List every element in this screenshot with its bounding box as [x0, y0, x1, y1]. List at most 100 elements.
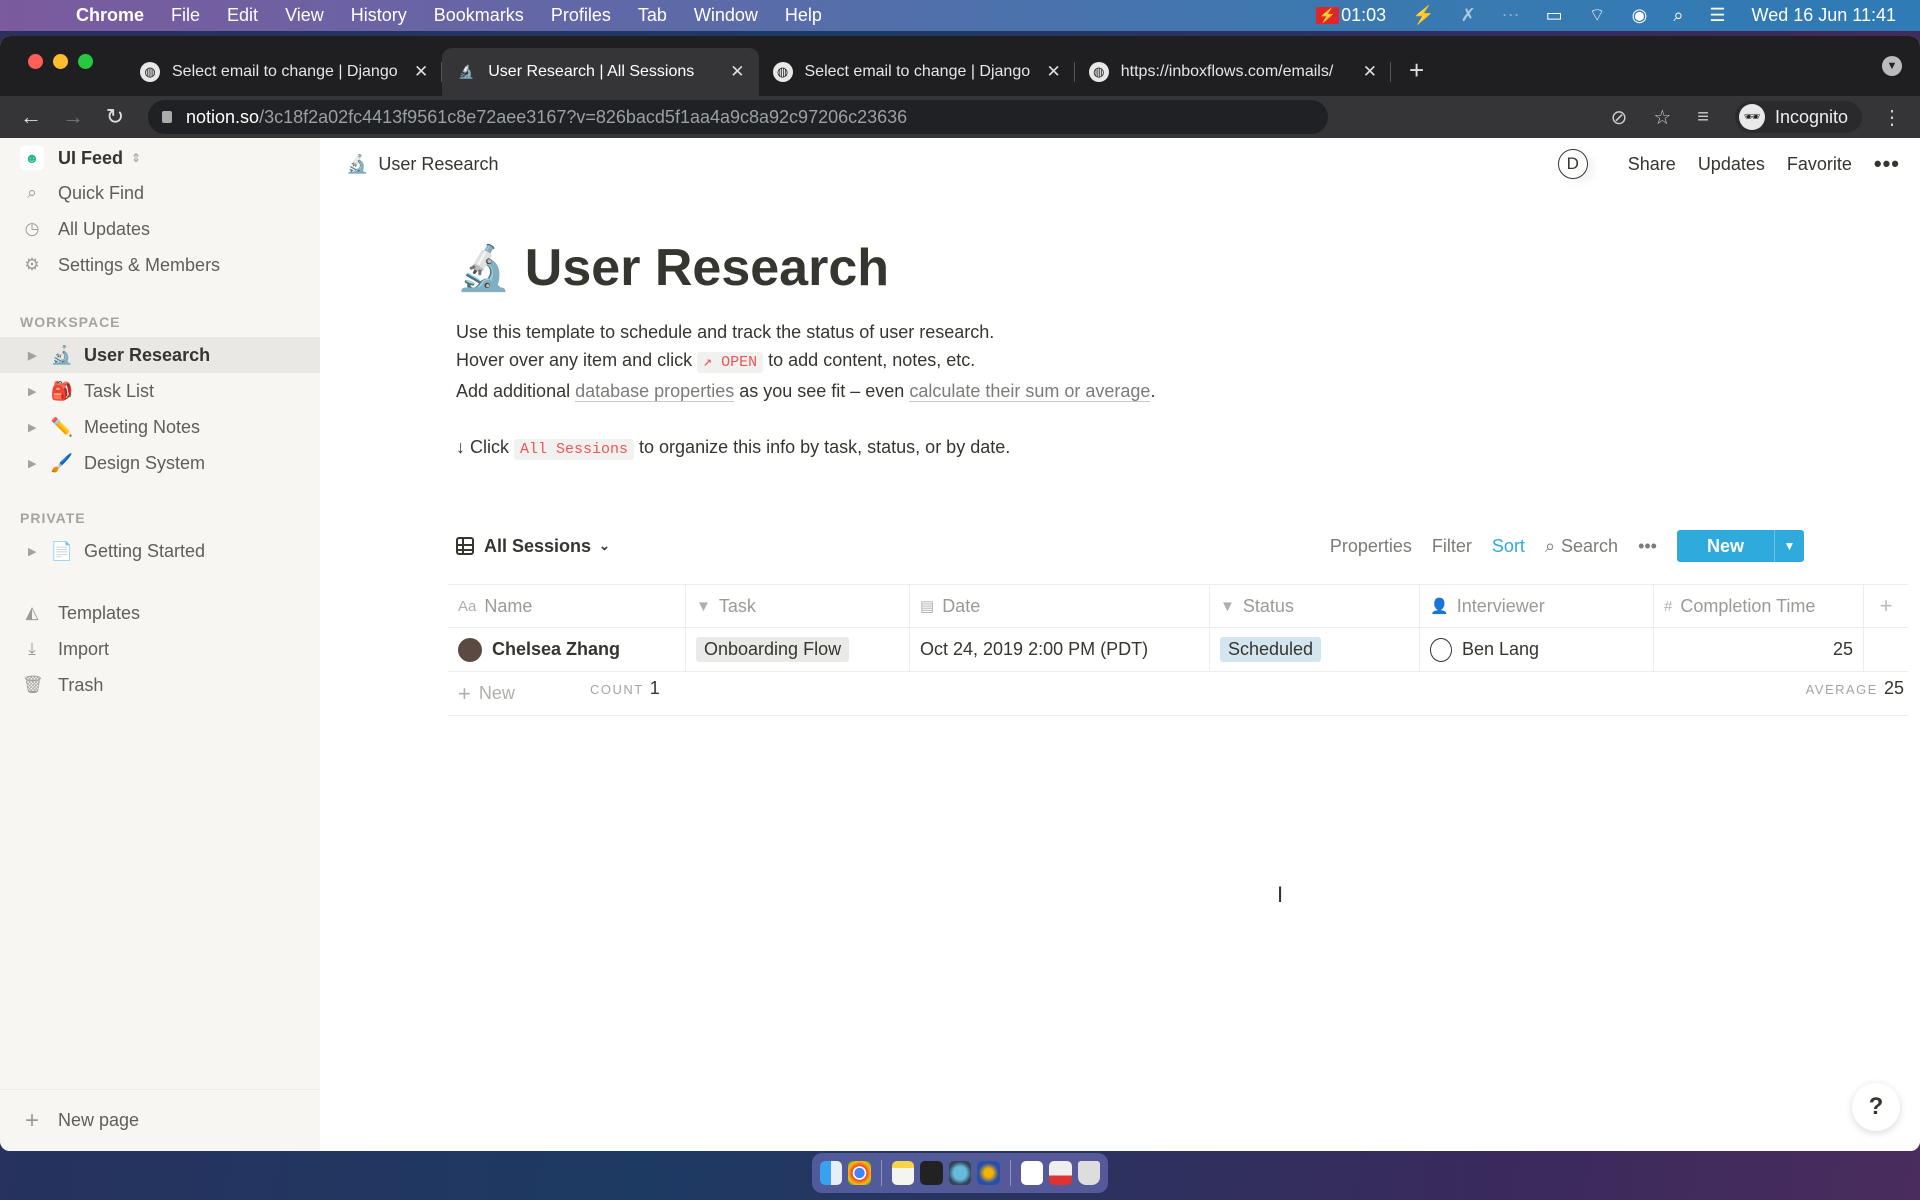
sidebar-item-templates[interactable]: ◭ Templates [0, 595, 320, 631]
screen-recording-indicator[interactable]: ⚡ 01:03 [1315, 5, 1386, 26]
minimize-window-button[interactable] [53, 54, 68, 69]
terminal-icon[interactable] [920, 1161, 943, 1185]
wifi-icon[interactable]: ⌔ [1589, 4, 1606, 27]
menu-help[interactable]: Help [785, 5, 822, 26]
count-calculation[interactable]: COUNT 1 [590, 678, 660, 699]
menu-profiles[interactable]: Profiles [551, 5, 611, 26]
sort-button[interactable]: Sort [1492, 536, 1525, 557]
menu-edit[interactable]: Edit [227, 5, 258, 26]
finder-icon[interactable] [820, 1161, 843, 1185]
cell-interviewer[interactable]: Ben Lang [1420, 628, 1654, 671]
calculate-link[interactable]: calculate their sum or average [909, 381, 1151, 402]
cell-name[interactable]: Chelsea Zhang [448, 628, 686, 671]
updates-button[interactable]: Updates [1698, 154, 1765, 175]
workspace-switcher[interactable]: ☻ UI Feed ⇕ [0, 141, 320, 175]
sidebar-item-import[interactable]: ⤓ Import [0, 631, 320, 667]
tab-search-icon[interactable]: ▼ [1882, 56, 1902, 76]
tracking-protection-icon[interactable]: ⊘ [1611, 105, 1628, 130]
menu-bookmarks[interactable]: Bookmarks [434, 5, 524, 26]
table-row[interactable]: Chelsea Zhang Onboarding Flow Oct 24, 20… [448, 628, 1908, 672]
properties-button[interactable]: Properties [1330, 536, 1412, 557]
sidebar-page-design-system[interactable]: ▶ 🖌️ Design System [0, 445, 320, 481]
expand-triangle-icon[interactable]: ▶ [28, 349, 40, 362]
close-tab-icon[interactable]: ✕ [1363, 62, 1377, 82]
close-tab-icon[interactable]: ✕ [730, 62, 744, 82]
media-control-icon[interactable]: ≡ [1697, 106, 1709, 129]
new-record-button[interactable]: New ▼ [1676, 530, 1804, 562]
sidebar-item-all-updates[interactable]: ◷ All Updates [0, 211, 320, 247]
control-center-icon[interactable]: ☰ [1709, 5, 1725, 26]
filter-button[interactable]: Filter [1432, 536, 1472, 557]
menu-history[interactable]: History [351, 5, 407, 26]
column-header-interviewer[interactable]: 👤 Interviewer [1420, 585, 1654, 627]
database-properties-link[interactable]: database properties [575, 381, 735, 402]
maximize-window-button[interactable] [78, 54, 93, 69]
back-button[interactable]: ← [20, 104, 42, 130]
reeder-icon[interactable] [977, 1161, 1000, 1185]
microscope-icon[interactable]: 🔬 [456, 242, 511, 294]
share-button[interactable]: Share [1628, 154, 1676, 175]
add-column-button[interactable]: + [1864, 585, 1908, 627]
browser-tab-active[interactable]: 🔬 User Research | All Sessions ✕ [442, 48, 759, 96]
clock-datetime[interactable]: Wed 16 Jun 11:41 [1752, 5, 1896, 26]
user-icon[interactable]: ◉ [1632, 5, 1648, 26]
screenshot-document-icon[interactable] [1049, 1161, 1072, 1185]
cell-status[interactable]: Scheduled [1210, 628, 1420, 671]
cell-date[interactable]: Oct 24, 2019 2:00 PM (PDT) [910, 628, 1210, 671]
view-selector[interactable]: All Sessions ⌄ [456, 536, 610, 557]
more-options-icon[interactable]: ••• [1874, 151, 1900, 177]
help-button[interactable]: ? [1852, 1083, 1900, 1131]
lock-icon[interactable] [162, 111, 172, 123]
browser-tab[interactable]: ◍ Select email to change | Django ✕ [759, 48, 1076, 96]
trash-icon[interactable] [1077, 1161, 1100, 1185]
sidebar-page-task-list[interactable]: ▶ 🎒 Task List [0, 373, 320, 409]
sidebar-page-user-research[interactable]: ▶ 🔬 User Research [0, 337, 320, 373]
cell-task[interactable]: Onboarding Flow [686, 628, 910, 671]
close-tab-icon[interactable]: ✕ [1047, 62, 1061, 82]
close-tab-icon[interactable]: ✕ [414, 62, 428, 82]
chrome-menu-icon[interactable]: ⋮ [1882, 105, 1902, 130]
page-title[interactable]: 🔬 User Research [456, 238, 889, 298]
menu-window[interactable]: Window [694, 5, 758, 26]
bluetooth-icon[interactable]: ✗ [1461, 5, 1476, 26]
new-tab-button[interactable]: + [1409, 55, 1424, 86]
sidebar-item-trash[interactable]: 🗑 Trash [0, 667, 320, 703]
cell-completion-time[interactable]: 25 [1654, 628, 1864, 671]
expand-triangle-icon[interactable]: ▶ [28, 385, 40, 398]
expand-triangle-icon[interactable]: ▶ [28, 457, 40, 470]
column-header-status[interactable]: ▼ Status [1210, 585, 1420, 627]
browser-tab[interactable]: ◍ https://inboxflows.com/emails/ ✕ [1075, 48, 1392, 96]
expand-triangle-icon[interactable]: ▶ [28, 421, 40, 434]
average-calculation[interactable]: AVERAGE 25 [1806, 678, 1904, 699]
expand-triangle-icon[interactable]: ▶ [28, 545, 40, 558]
github-document-icon[interactable] [1020, 1161, 1044, 1185]
browser-tab[interactable]: ◍ Select email to change | Django ✕ [126, 48, 443, 96]
quicktime-icon[interactable] [948, 1161, 972, 1185]
chrome-icon[interactable] [848, 1161, 871, 1185]
user-avatar[interactable]: D [1557, 149, 1588, 179]
menu-view[interactable]: View [285, 5, 324, 26]
address-bar[interactable]: notion.so/3c18f2a02fc4413f9561c8e72aee31… [148, 100, 1328, 134]
close-window-button[interactable] [28, 54, 43, 69]
favorite-button[interactable]: Favorite [1787, 154, 1852, 175]
bolt-icon[interactable]: ⚡ [1412, 5, 1434, 26]
menu-tab[interactable]: Tab [638, 5, 667, 26]
bookmark-star-icon[interactable]: ☆ [1653, 105, 1671, 130]
notes-icon[interactable] [891, 1161, 915, 1185]
spotlight-search-icon[interactable]: ⌕ [1673, 5, 1683, 26]
menu-file[interactable]: File [171, 5, 200, 26]
incognito-profile-button[interactable]: 🕶 Incognito [1734, 101, 1862, 133]
sidebar-item-quick-find[interactable]: ⌕ Quick Find [0, 175, 320, 211]
column-header-date[interactable]: ▤ Date [910, 585, 1210, 627]
search-button[interactable]: ⌕ Search [1545, 536, 1618, 557]
new-dropdown-chevron-icon[interactable]: ▼ [1774, 530, 1804, 562]
column-header-completion-time[interactable]: # Completion Time [1654, 585, 1864, 627]
battery-icon[interactable]: ▭ [1546, 5, 1563, 26]
new-page-button[interactable]: + New page [0, 1089, 320, 1151]
sidebar-page-getting-started[interactable]: ▶ 📄 Getting Started [0, 533, 320, 569]
menu-app-chrome[interactable]: Chrome [76, 5, 144, 26]
sidebar-page-meeting-notes[interactable]: ▶ ✏️ Meeting Notes [0, 409, 320, 445]
column-header-name[interactable]: Aa Name [448, 585, 686, 627]
forward-button[interactable]: → [62, 104, 84, 130]
network-icon[interactable]: ⋯ [1502, 5, 1520, 26]
